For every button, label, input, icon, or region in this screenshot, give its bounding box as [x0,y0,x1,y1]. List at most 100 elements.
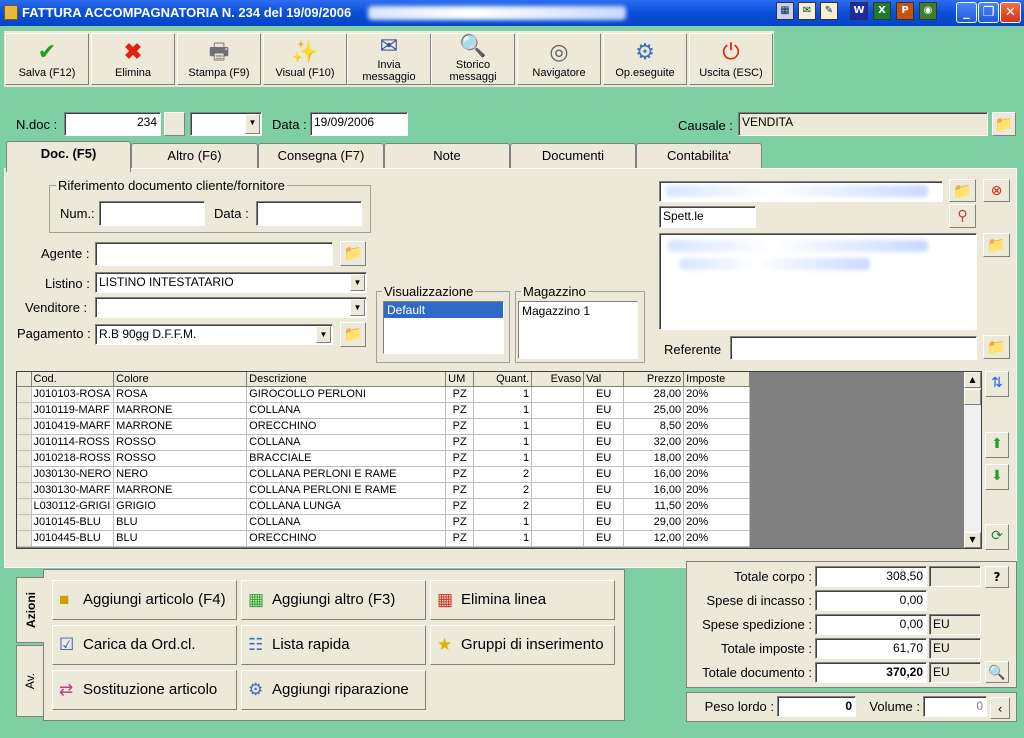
help-button[interactable]: ? [985,566,1009,588]
column-header[interactable]: Val [583,372,625,387]
table-cell[interactable] [531,418,585,435]
peso-lordo-value[interactable]: 0 [777,696,856,717]
table-cell[interactable]: ROSSO [113,450,248,467]
date-input[interactable]: 19/09/2006 [310,112,408,136]
table-cell[interactable]: BRACCIALE [246,450,447,467]
row-indicator[interactable] [17,386,32,403]
scroll-thumb[interactable] [964,389,981,405]
table-cell[interactable]: 2 [473,498,533,515]
mail-icon[interactable]: ✉ [798,2,816,20]
ndoc-lookup-button[interactable] [164,112,185,136]
table-cell[interactable]: 20% [683,450,751,467]
visualization-list[interactable]: Default [383,301,504,354]
replace-article-button[interactable]: ⇄ Sostituzione articolo [52,670,237,710]
save-button[interactable]: ✔ Salva (F12) [5,33,89,85]
row-indicator[interactable] [17,498,32,515]
table-cell[interactable]: L030112-GRIGI [31,498,115,515]
causale-field[interactable]: VENDITA [738,112,988,136]
table-cell[interactable]: GRIGIO [113,498,248,515]
table-cell[interactable] [531,386,585,403]
spese-spedizione-value[interactable]: 0,00 [815,614,927,635]
customer-name-field[interactable] [659,181,943,202]
tab-doc[interactable]: Doc. (F5) [6,141,131,172]
table-cell[interactable]: PZ [445,386,475,403]
table-cell[interactable]: 20% [683,498,751,515]
table-cell[interactable]: COLLANA [246,434,447,451]
restore-button[interactable]: ❐ [978,2,999,23]
ref-num-input[interactable] [99,201,205,226]
table-cell[interactable]: EU [583,450,625,467]
table-cell[interactable]: J010419-MARF [31,418,115,435]
table-cell[interactable]: J010114-ROSS [31,434,115,451]
table-cell[interactable] [531,514,585,531]
table-cell[interactable]: ORECCHINO [246,530,447,547]
articles-grid[interactable]: Cod. Colore Descrizione UM Quant. Evaso … [16,371,982,549]
customer-search-button[interactable]: ⚲ [949,204,976,228]
table-cell[interactable]: GIROCOLLO PERLONI [246,386,447,403]
table-cell[interactable]: 20% [683,386,751,403]
tab-azioni[interactable]: Azioni [16,577,44,643]
scroll-up-button[interactable]: ▲ [964,372,981,388]
table-cell[interactable]: PZ [445,514,475,531]
row-indicator[interactable] [17,402,32,419]
table-cell[interactable]: J010445-BLU [31,530,115,547]
add-article-button[interactable]: ■ Aggiungi articolo (F4) [52,580,237,620]
tab-documenti[interactable]: Documenti [510,143,636,169]
table-cell[interactable]: COLLANA [246,514,447,531]
table-cell[interactable] [531,466,585,483]
visual-button[interactable]: ✨ Visual (F10) [263,33,347,85]
table-cell[interactable]: 12,00 [623,530,685,547]
spett-field[interactable]: Spett.le [659,206,756,228]
close-button[interactable]: ✕ [1000,2,1021,23]
row-indicator[interactable] [17,434,32,451]
table-row[interactable]: J010114-ROSS ROSSO COLLANA PZ 1 EU 32,00 20% [17,434,751,451]
table-cell[interactable]: PZ [445,434,475,451]
column-header[interactable]: UM [445,372,475,387]
table-cell[interactable]: MARRONE [113,418,248,435]
spese-incasso-value[interactable]: 0,00 [815,590,927,611]
address-folder-button[interactable]: 📁 [983,233,1010,257]
table-cell[interactable]: EU [583,482,625,499]
table-cell[interactable]: PZ [445,530,475,547]
move-down-button[interactable]: ⬇ [985,464,1009,490]
table-cell[interactable]: 25,00 [623,402,685,419]
table-cell[interactable]: 1 [473,530,533,547]
load-order-button[interactable]: ☑ Carica da Ord.cl. [52,625,237,665]
table-cell[interactable]: J010103-ROSA [31,386,115,403]
table-cell[interactable] [531,498,585,515]
table-cell[interactable]: ROSA [113,386,248,403]
scroll-down-button[interactable]: ▼ [964,532,981,548]
table-cell[interactable]: 16,00 [623,482,685,499]
zoom-button[interactable]: 🔍 [985,661,1009,683]
table-cell[interactable]: ORECCHINO [246,418,447,435]
table-cell[interactable]: 1 [473,514,533,531]
customer-address-field[interactable] [659,233,977,330]
table-cell[interactable]: COLLANA [246,402,447,419]
collapse-button[interactable]: ‹ [990,697,1010,719]
pagamento-folder-button[interactable]: 📁 [340,322,366,347]
message-history-button[interactable]: 🔍 Storico messaggi [431,33,515,85]
tab-contabilita[interactable]: Contabilita' [636,143,762,169]
delete-row-button[interactable]: ▦ Elimina linea [430,580,615,620]
table-cell[interactable] [531,450,585,467]
table-cell[interactable]: EU [583,386,625,403]
table-cell[interactable]: 16,00 [623,466,685,483]
table-row[interactable]: L030112-GRIGI GRIGIO COLLANA LUNGA PZ 2 EU 11,… [17,498,751,515]
table-row[interactable]: J030130-MARF MARRONE COLLANA PERLONI E RAM… [17,482,751,499]
table-cell[interactable]: 28,00 [623,386,685,403]
row-indicator[interactable] [17,466,32,483]
table-cell[interactable]: 2 [473,466,533,483]
table-cell[interactable] [531,402,585,419]
table-cell[interactable]: 20% [683,530,751,547]
table-cell[interactable]: COLLANA PERLONI E RAME [246,466,447,483]
referente-input[interactable] [730,336,977,360]
table-row[interactable]: J010145-BLU BLU COLLANA PZ 1 EU 29,00 20% [17,514,751,531]
tab-note[interactable]: Note [384,143,510,169]
exit-button[interactable]: ⏻ Uscita (ESC) [689,33,773,85]
table-cell[interactable]: 2 [473,482,533,499]
column-header[interactable]: Cod. [31,372,115,387]
navigator-button[interactable]: ◎ Navigatore [517,33,601,85]
table-cell[interactable]: 20% [683,418,751,435]
table-cell[interactable]: PZ [445,418,475,435]
send-message-button[interactable]: ✉ Invia messaggio [347,33,431,85]
